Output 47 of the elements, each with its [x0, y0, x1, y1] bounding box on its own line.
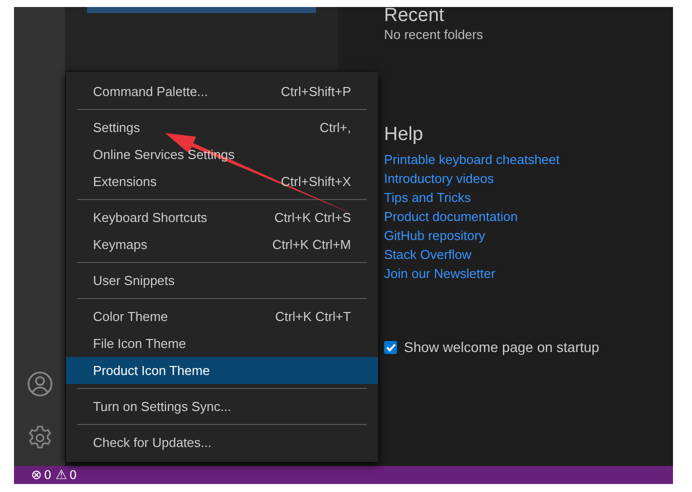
menu-label: Keymaps: [93, 237, 148, 252]
menu-item[interactable]: Keymaps Ctrl+K Ctrl+M: [66, 231, 378, 258]
menu-label: Settings: [93, 120, 140, 135]
shortcut-text: Ctrl+K Ctrl+S: [274, 210, 351, 225]
checkbox-label: Show welcome page on startup: [404, 339, 600, 355]
menu-item[interactable]: Extensions Ctrl+Shift+X: [66, 168, 378, 195]
menu-item[interactable]: User Snippets: [66, 267, 378, 294]
help-link[interactable]: Introductory videos: [384, 169, 673, 188]
menu-item[interactable]: Check for Updates...: [66, 429, 378, 456]
menu-label: Product Icon Theme: [93, 363, 210, 378]
menu-label: Turn on Settings Sync...: [93, 399, 232, 414]
help-link[interactable]: Tips and Tricks: [384, 188, 673, 207]
shortcut-text: Ctrl+K Ctrl+T: [275, 309, 351, 324]
help-link[interactable]: Product documentation: [384, 207, 673, 226]
shortcut-text: Ctrl+,: [320, 120, 351, 135]
menu-item[interactable]: Turn on Settings Sync...: [66, 393, 378, 420]
menu-label: File Icon Theme: [93, 336, 186, 351]
shortcut-text: Ctrl+Shift+P: [280, 84, 351, 99]
help-link[interactable]: Join our Newsletter: [384, 264, 673, 283]
error-count: 0: [44, 468, 52, 482]
account-icon[interactable]: [26, 371, 52, 397]
start-button[interactable]: [87, 7, 316, 13]
menu-label: Command Palette...: [93, 84, 208, 99]
warning-count: 0: [69, 468, 77, 482]
menu-label: User Snippets: [93, 273, 175, 288]
error-icon: ⊗: [31, 468, 42, 482]
section-heading: Recent: [384, 7, 446, 25]
menu-label: Extensions: [93, 174, 157, 189]
menu-item[interactable]: Color Theme Ctrl+K Ctrl+T: [66, 303, 378, 330]
settings-icon[interactable]: [26, 425, 52, 451]
menu-item[interactable]: File Icon Theme: [66, 330, 378, 357]
menu-item[interactable]: Product Icon Theme: [66, 357, 378, 384]
section-heading: Help: [384, 124, 424, 146]
warning-icon: ⚠: [56, 468, 68, 482]
menu-item[interactable]: Command Palette... Ctrl+Shift+P: [66, 78, 378, 105]
help-link[interactable]: Printable keyboard cheatsheet: [384, 150, 673, 169]
menu-item[interactable]: Keyboard Shortcuts Ctrl+K Ctrl+S: [66, 204, 378, 231]
help-link[interactable]: Stack Overflow: [384, 245, 673, 264]
shortcut-text: Ctrl+K Ctrl+M: [272, 237, 351, 252]
help-link[interactable]: GitHub repository: [384, 226, 673, 245]
menu-label: Keyboard Shortcuts: [93, 210, 208, 225]
menu-label: Color Theme: [93, 309, 168, 324]
menu-label: Check for Updates...: [93, 435, 212, 450]
menu-item[interactable]: Settings Ctrl+,: [66, 114, 378, 141]
checkbox[interactable]: [384, 340, 397, 354]
shortcut-text: Ctrl+Shift+X: [280, 174, 351, 189]
empty-text: No recent folders: [384, 27, 484, 42]
